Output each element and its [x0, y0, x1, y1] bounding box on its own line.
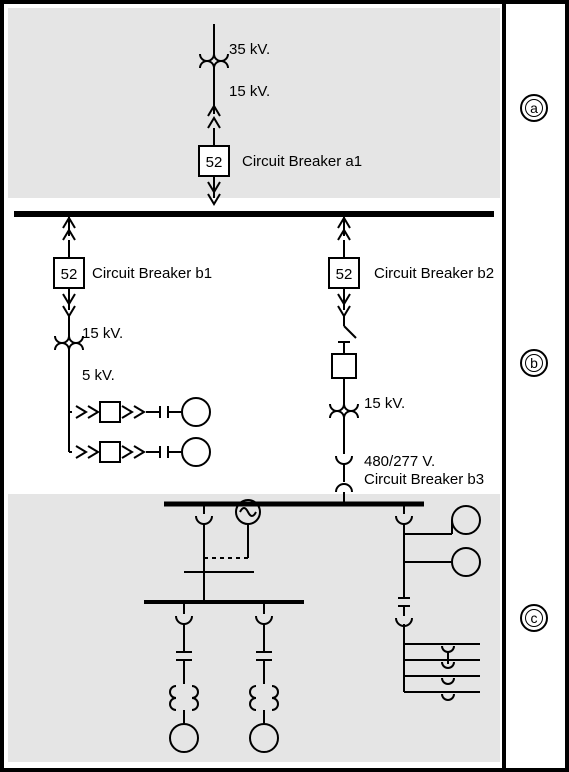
diagram-frame: a b c 35 kV. 15 kV. Circuit Breaker a1 C…: [0, 0, 569, 772]
single-line-diagram: 52 52: [4, 4, 504, 768]
breaker-a1-code: 52: [206, 154, 223, 171]
breaker-b2-code: 52: [336, 266, 353, 283]
zone-marker-b: b: [520, 349, 548, 377]
zone-marker-a: a: [520, 94, 548, 122]
zone-marker-c: c: [520, 604, 548, 632]
breaker-b1-code: 52: [61, 266, 78, 283]
